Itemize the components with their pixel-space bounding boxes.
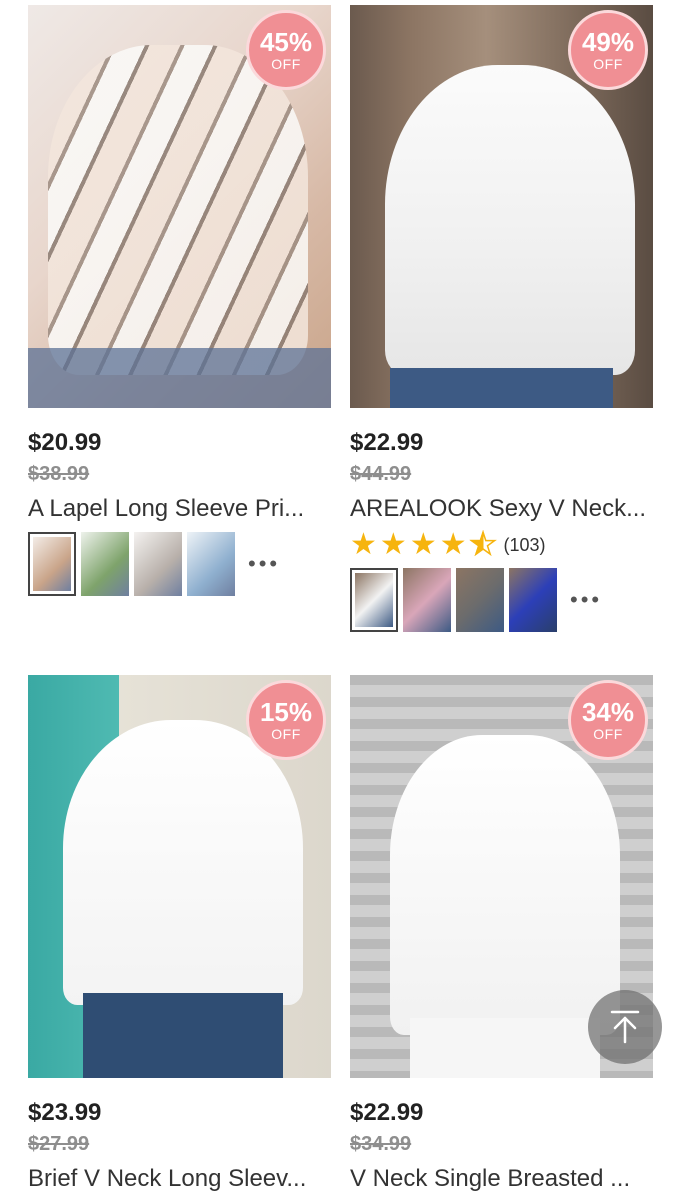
star-icon: ★	[350, 528, 377, 561]
original-price: $38.99	[28, 463, 90, 485]
color-swatch[interactable]	[81, 532, 129, 596]
swatch-image	[81, 532, 129, 596]
product-image[interactable]: 45% OFF	[28, 5, 331, 408]
original-price: $34.99	[350, 1133, 412, 1155]
product-card[interactable]: 45% OFF $20.99 $38.99 A Lapel Long Sleev…	[28, 5, 331, 596]
product-price: $23.99	[28, 1099, 102, 1126]
product-title[interactable]: Brief V Neck Long Sleev...	[28, 1164, 331, 1194]
star-icon: ★	[409, 528, 437, 561]
swatch-image	[134, 532, 182, 596]
product-price: $22.99	[350, 429, 424, 456]
product-card[interactable]: 34% OFF $22.99 $34.99 V Neck Single Brea…	[350, 675, 653, 1194]
product-title[interactable]: V Neck Single Breasted ...	[350, 1164, 653, 1194]
product-card[interactable]: 15% OFF $23.99 $27.99 Brief V Neck Long …	[28, 675, 331, 1194]
product-price: $20.99	[28, 429, 102, 456]
color-swatches: •••	[350, 568, 653, 632]
more-colors-icon[interactable]: •••	[570, 589, 602, 611]
discount-percent: 15%	[259, 697, 313, 727]
original-price: $27.99	[28, 1133, 90, 1155]
original-price: $44.99	[350, 463, 412, 485]
discount-off-label: OFF	[593, 56, 623, 72]
arrow-up-icon	[610, 1010, 640, 1044]
back-to-top-button[interactable]	[588, 990, 662, 1064]
product-title[interactable]: AREALOOK Sexy V Neck...	[350, 494, 653, 524]
star-rating: ★ ★ ★ ★ ★ (103)	[350, 528, 653, 561]
color-swatch-selected[interactable]	[28, 532, 76, 596]
product-title[interactable]: A Lapel Long Sleeve Pri...	[28, 494, 331, 524]
swatch-image	[33, 537, 71, 591]
swatch-image	[187, 532, 235, 596]
product-image[interactable]: 15% OFF	[28, 675, 331, 1078]
rating-count: (103)	[503, 534, 546, 555]
discount-badge: 49% OFF	[568, 10, 648, 90]
swatch-image	[403, 568, 451, 632]
color-swatch[interactable]	[403, 568, 451, 632]
discount-percent: 45%	[259, 27, 313, 57]
discount-off-label: OFF	[271, 726, 301, 742]
color-swatch[interactable]	[456, 568, 504, 632]
product-image[interactable]: 49% OFF	[350, 5, 653, 408]
discount-percent: 34%	[581, 697, 635, 727]
discount-off-label: OFF	[593, 726, 623, 742]
product-card[interactable]: 49% OFF $22.99 $44.99 AREALOOK Sexy V Ne…	[350, 5, 653, 632]
color-swatch[interactable]	[509, 568, 557, 632]
discount-badge: 34% OFF	[568, 680, 648, 760]
more-colors-icon[interactable]: •••	[248, 553, 280, 575]
star-icon: ★	[379, 528, 407, 561]
color-swatch[interactable]	[187, 532, 235, 596]
discount-off-label: OFF	[271, 56, 301, 72]
color-swatch-selected[interactable]	[350, 568, 398, 632]
star-icon: ★	[439, 528, 467, 561]
product-grid: 45% OFF $20.99 $38.99 A Lapel Long Sleev…	[0, 0, 681, 1200]
discount-badge: 45% OFF	[246, 10, 326, 90]
product-price: $22.99	[350, 1099, 424, 1126]
half-star-icon: ★	[469, 528, 497, 561]
swatch-image	[355, 573, 393, 627]
swatch-image	[456, 568, 504, 632]
discount-percent: 49%	[581, 27, 635, 57]
color-swatches: •••	[28, 532, 331, 596]
swatch-image	[509, 568, 557, 632]
discount-badge: 15% OFF	[246, 680, 326, 760]
color-swatch[interactable]	[134, 532, 182, 596]
